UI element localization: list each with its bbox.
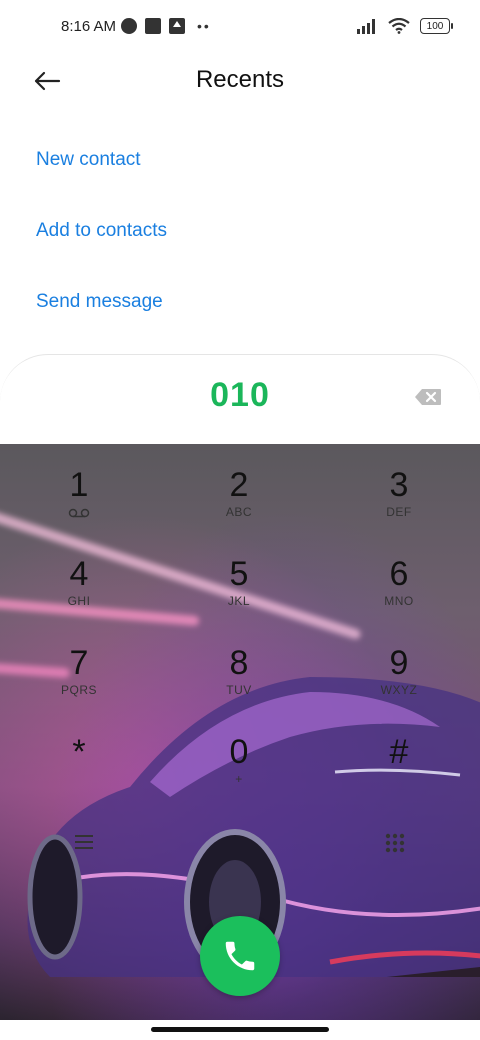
back-arrow-icon: [34, 71, 61, 91]
page-title: Recents: [195, 66, 285, 93]
add-to-contacts-link[interactable]: Add to contacts: [36, 220, 167, 242]
send-message-link[interactable]: Send message: [36, 291, 163, 313]
key-digit: 4: [69, 555, 89, 593]
key-3[interactable]: 3 DEF: [339, 465, 459, 545]
key-2[interactable]: 2 ABC: [179, 465, 299, 545]
key-letters: PQRS: [60, 683, 97, 697]
key-digit: 5: [229, 555, 249, 593]
more-notifications-icon: ••: [197, 18, 211, 34]
menu-button[interactable]: [72, 832, 96, 852]
status-bar: 8:16 AM •• 100: [0, 0, 480, 56]
key-digit: 9: [389, 644, 409, 682]
dialed-number[interactable]: 010: [0, 376, 480, 415]
upload-icon: [169, 18, 185, 34]
status-notification-icons: ••: [121, 18, 211, 34]
dialpad-grid-icon: [385, 833, 405, 853]
battery-level: 100: [426, 20, 444, 32]
key-4[interactable]: 4 GHI: [19, 554, 139, 634]
key-star[interactable]: *: [19, 732, 139, 812]
key-digit: *: [72, 733, 86, 771]
key-letters: DEF: [386, 505, 412, 519]
key-letters: TUV: [226, 683, 252, 697]
key-letters: GHI: [67, 594, 91, 608]
wifi-icon: [388, 18, 410, 34]
status-system-icons: 100: [356, 18, 453, 34]
battery-icon: 100: [420, 18, 453, 34]
key-digit: 6: [389, 555, 409, 593]
key-digit: 1: [69, 466, 89, 504]
key-8[interactable]: 8 TUV: [179, 643, 299, 723]
backspace-button[interactable]: [414, 388, 442, 406]
new-contact-link[interactable]: New contact: [36, 149, 141, 171]
key-letters: +: [235, 772, 243, 786]
key-5[interactable]: 5 JKL: [179, 554, 299, 634]
voicemail-icon: [68, 508, 90, 518]
key-6[interactable]: 6 MNO: [339, 554, 459, 634]
phone-icon: [225, 941, 255, 971]
key-letters: MNO: [384, 594, 414, 608]
home-indicator[interactable]: [151, 1027, 329, 1032]
status-time: 8:16 AM: [61, 18, 117, 35]
menu-icon: [75, 835, 93, 849]
key-9[interactable]: 9 WXYZ: [339, 643, 459, 723]
key-letters: JKL: [227, 594, 251, 608]
key-digit: 0: [229, 733, 249, 771]
key-digit: #: [389, 733, 409, 771]
key-digit: 3: [389, 466, 409, 504]
back-button[interactable]: [32, 66, 62, 96]
key-digit: 2: [229, 466, 249, 504]
call-button[interactable]: [200, 916, 280, 996]
vpn-icon: [121, 18, 137, 34]
backspace-icon: [415, 389, 441, 405]
key-letters: WXYZ: [380, 683, 418, 697]
dialpad-toggle-button[interactable]: [384, 832, 406, 854]
key-hash[interactable]: #: [339, 732, 459, 812]
key-digit: 8: [229, 644, 249, 682]
key-0[interactable]: 0 +: [179, 732, 299, 812]
signal-icon: [357, 19, 375, 34]
key-1[interactable]: 1: [19, 465, 139, 545]
key-digit: 7: [69, 644, 89, 682]
key-letters: ABC: [225, 505, 253, 519]
app-notification-icon: [145, 18, 161, 34]
key-7[interactable]: 7 PQRS: [19, 643, 139, 723]
